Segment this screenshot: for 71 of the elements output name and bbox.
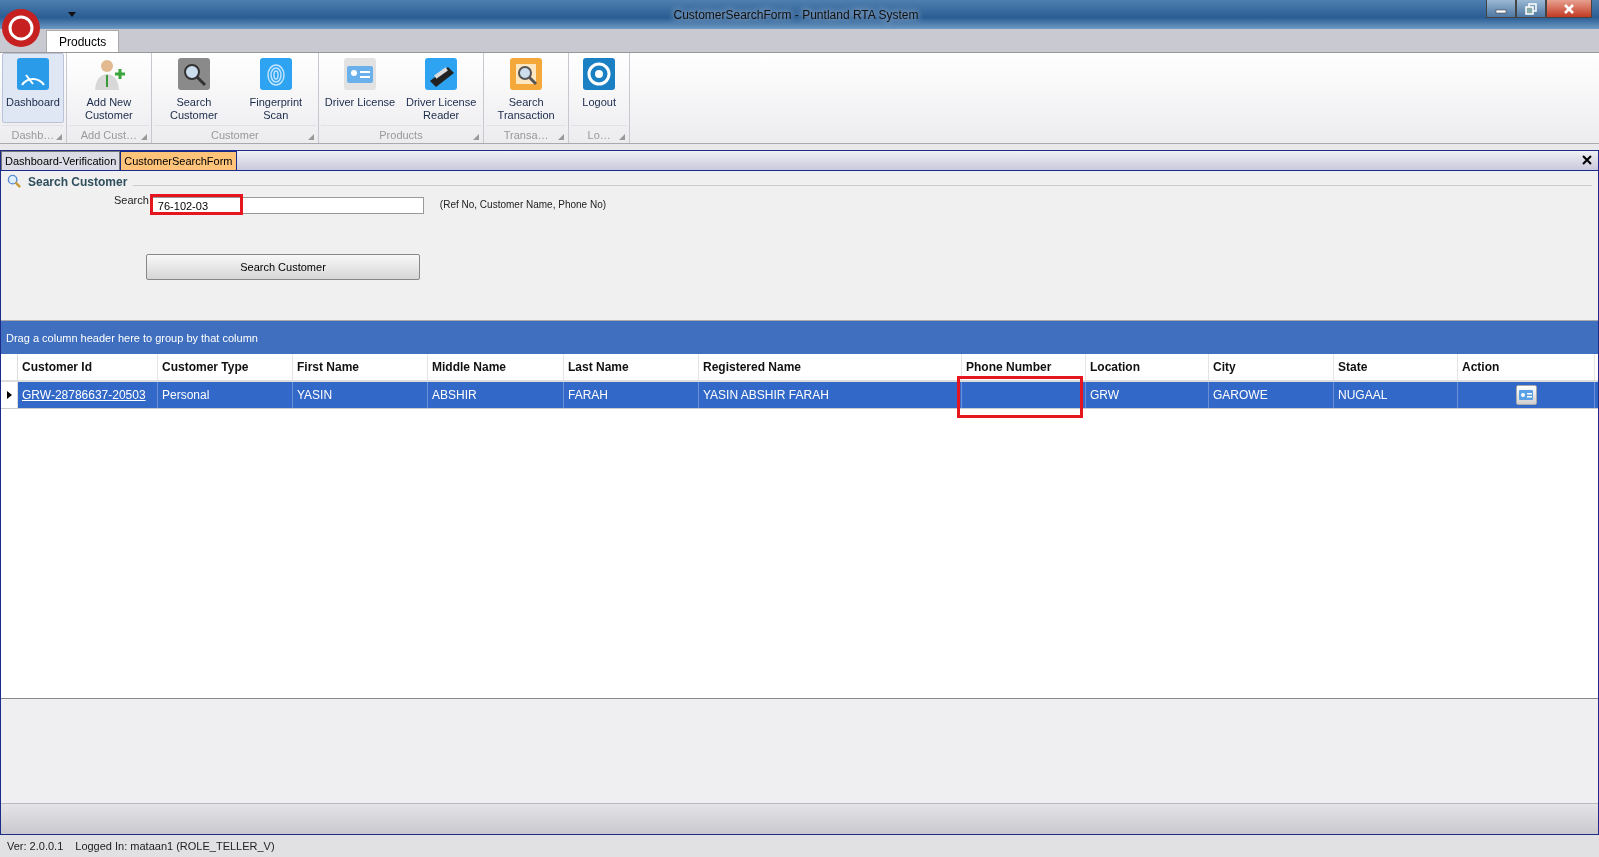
magnifier-icon (509, 57, 544, 91)
card-reader-icon (424, 57, 459, 91)
ribbon-button[interactable]: Search Transaction (486, 53, 567, 123)
column-header[interactable]: Registered Name (699, 354, 962, 380)
document-tab[interactable]: Dashboard-Verification (1, 151, 121, 170)
column-header[interactable]: Action (1458, 354, 1595, 380)
search-button[interactable]: Search Customer (146, 254, 420, 280)
column-header[interactable]: Customer Type (158, 354, 293, 380)
status-text: Logged In: mataan1 (ROLE_TELLER_V) (75, 840, 275, 852)
table-cell: Personal (162, 388, 210, 402)
table-cell: GAROWE (1213, 388, 1268, 402)
dialog-launcher-icon[interactable] (140, 134, 147, 140)
ribbon-button[interactable]: Dashboard (2, 53, 64, 123)
column-header[interactable]: Customer Id (18, 354, 158, 380)
fingerprint-icon (258, 57, 293, 91)
restore-icon (1525, 2, 1537, 15)
search-icon (7, 174, 22, 189)
group-panel-hint: Drag a column header here to group by that column (6, 331, 258, 344)
column-header[interactable]: Location (1086, 354, 1209, 380)
dropdown-arrow-icon[interactable] (68, 11, 76, 18)
document-tab[interactable]: CustomerSearchForm (120, 151, 237, 170)
ribbon-button[interactable]: Driver License (320, 53, 400, 123)
id-card-button[interactable] (1515, 385, 1537, 405)
table-cell: YASIN ABSHIR FARAH (703, 388, 829, 402)
ribbon-tab[interactable]: Products (46, 30, 120, 52)
dialog-launcher-icon[interactable] (55, 134, 62, 140)
ribbon-button[interactable]: Add New Customer (68, 53, 149, 123)
ribbon-group-label: Add Cust… (80, 128, 137, 141)
section-title: Search Customer (28, 174, 128, 189)
ribbon-group-label: Customer (211, 128, 259, 141)
ribbon-button[interactable]: Fingerprint Scan (235, 53, 316, 123)
magnifier-icon (176, 57, 211, 91)
status-text: Ver: 2.0.0.1 (7, 840, 64, 852)
ribbon-button[interactable]: Driver License Reader (401, 53, 482, 123)
minimize-button[interactable] (1486, 0, 1516, 18)
ribbon-group-label: Products (379, 128, 423, 141)
ribbon-group-label: Lo… (587, 128, 611, 141)
window-title: CustomerSearchForm - Puntland RTA System (672, 7, 920, 22)
column-header[interactable]: Middle Name (428, 354, 564, 380)
dialog-launcher-icon[interactable] (558, 134, 565, 140)
table-cell: NUGAAL (1338, 388, 1388, 402)
column-header[interactable]: Phone Number (962, 354, 1086, 380)
dialog-launcher-icon[interactable] (307, 134, 314, 140)
search-field[interactable]: 76-102-03 (151, 197, 424, 214)
ribbon-button[interactable]: Search Customer (153, 53, 234, 123)
table-row[interactable]: GRW-28786637-20503 Personal YASIN ABSHIR FARAH YASIN ABSHIR FARAH GRW GAROWE NUGAAL (1, 382, 1598, 409)
restore-button[interactable] (1516, 0, 1546, 18)
table-cell: YASIN (297, 388, 333, 402)
row-pointer-icon (6, 391, 12, 399)
table-cell: ABSHIR (432, 388, 477, 402)
column-header[interactable]: First Name (293, 354, 428, 380)
id-card-icon (343, 57, 377, 91)
column-header[interactable]: Last Name (564, 354, 699, 380)
dialog-launcher-icon[interactable] (473, 134, 480, 140)
customer-id-link[interactable]: GRW-28786637-20503 (22, 388, 146, 402)
ribbon-group-label: Dashb… (11, 128, 55, 141)
close-icon[interactable] (1582, 155, 1592, 165)
table-cell: GRW (1090, 388, 1120, 402)
dialog-launcher-icon[interactable] (619, 134, 626, 140)
column-header[interactable]: City (1209, 354, 1334, 380)
column-header[interactable]: State (1334, 354, 1458, 380)
table-cell: FARAH (568, 388, 608, 402)
power-icon (582, 57, 617, 91)
search-hint: (Ref No, Customer Name, Phone No) (439, 199, 607, 210)
ribbon-group-label: Transa… (503, 128, 549, 141)
close-icon (1563, 2, 1575, 15)
field-label: Search (114, 194, 149, 206)
id-card-icon (1518, 389, 1534, 401)
gauge-icon (15, 57, 50, 91)
close-button[interactable] (1546, 0, 1592, 18)
ribbon-button[interactable]: Logout (571, 53, 628, 123)
